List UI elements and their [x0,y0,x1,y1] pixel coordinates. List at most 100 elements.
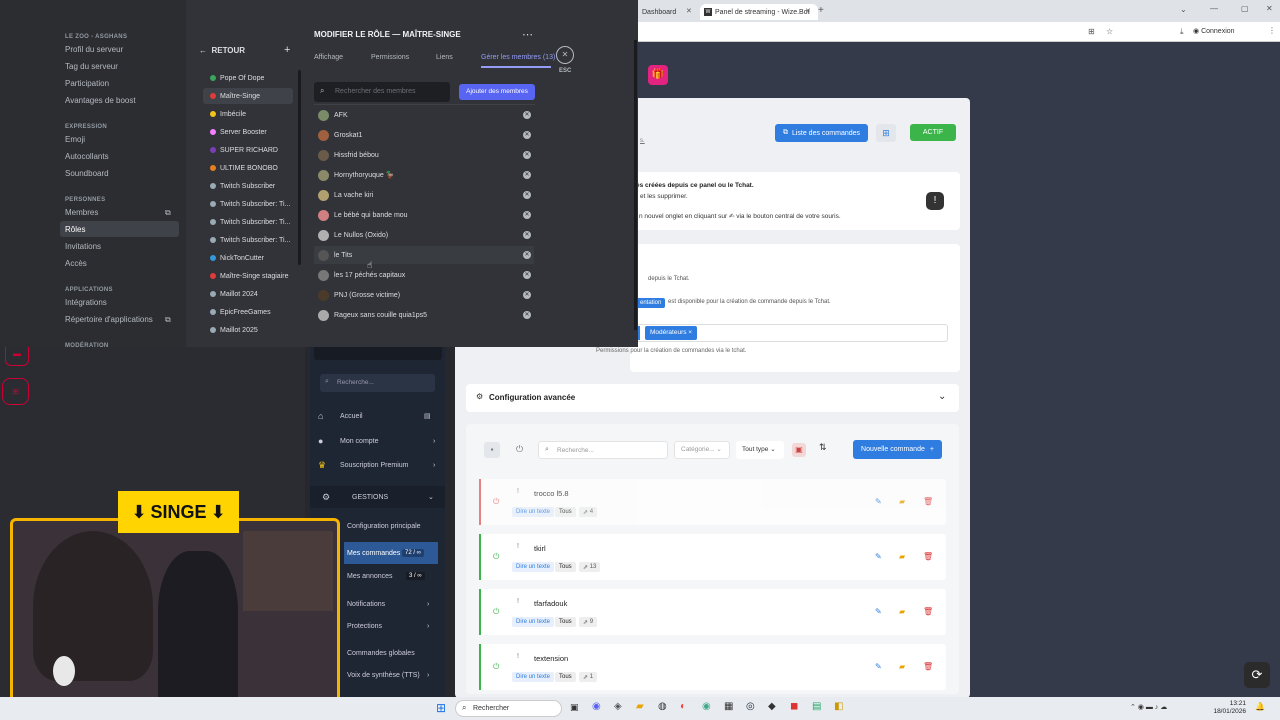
add-role-button[interactable]: + [284,44,290,56]
role-item[interactable]: Maillot 2024 [203,286,293,302]
tray-icons[interactable]: ⌃ ◉ ▬ ♪ ☁ [1130,703,1167,711]
role-item[interactable]: SUPER RICHARD [203,142,293,158]
nav-item[interactable]: Soundboard [60,165,179,181]
app-icon[interactable]: ◧ [834,701,843,712]
select-all-checkbox[interactable]: ▪ [484,442,500,458]
remove-member-icon[interactable]: ✕ [523,271,531,279]
remove-member-icon[interactable]: ✕ [523,291,531,299]
member-row[interactable]: La vache kiri ✕ [314,186,534,204]
minimize-icon[interactable]: — [1210,4,1218,13]
power-icon[interactable]: ⏻ [493,552,499,562]
notification-icon[interactable]: 🔔 [1255,702,1265,711]
command-row[interactable]: ⏻! trocco l5.8 Dire un texte Tous ⇗ 4 ✎ ▰ 🗑 [479,479,946,525]
moderateurs-chip[interactable]: Modérateurs × [645,326,698,340]
copy-icon[interactable]: ▰ [899,607,905,616]
copy-icon[interactable]: ▰ [899,497,905,506]
back-button[interactable]: ← RETOUR [199,46,245,55]
role-item[interactable]: ULTIME BONOBO [203,160,293,176]
partial-link[interactable]: s. [640,138,645,144]
tab-liens[interactable]: Liens [436,54,453,61]
copy-icon[interactable]: ▰ [899,662,905,671]
delete-icon[interactable]: 🗑 [923,497,933,506]
nav-item[interactable]: Profil du serveur [60,41,179,57]
download-icon[interactable]: ⤓ [1180,27,1184,37]
command-row[interactable]: ⏻! tkirl Dire un texte Tous ⇗ 13 ✎ ▰ 🗑 [479,534,946,580]
role-item[interactable]: Pope Of Dope [203,70,293,86]
nav-item[interactable]: Autocollants [60,148,179,164]
command-row[interactable]: ⏻! tfarfadouk Dire un texte Tous ⇗ 9 ✎ ▰ 🗑 [479,589,946,635]
remove-member-icon[interactable]: ✕ [523,131,531,139]
member-row[interactable]: AFK ✕ [314,106,534,124]
search-members-input[interactable]: ⌕ Rechercher des membres [314,82,450,102]
remove-member-icon[interactable]: ✕ [523,231,531,239]
type-select[interactable]: Tout type ⌄ [736,441,784,459]
steam-icon[interactable]: ◎ [746,701,755,712]
obs-icon[interactable]: ◍ [658,701,667,712]
sidebar-section-gestions[interactable]: ⚙ GESTIONS ⌄ [310,486,445,508]
app-icon[interactable]: ◉ [702,701,711,712]
sidebar-item-souscription[interactable]: ♛ Souscription Premium › [310,454,445,476]
command-row[interactable]: ⏻! textension Dire un texte Tous ⇗ 1 ✎ ▰ 🗑 [479,644,946,690]
folder-icon[interactable]: ▰ [636,701,644,712]
role-item[interactable]: Twitch Subscriber: Ti... [203,232,293,248]
close-window-icon[interactable]: ✕ [1266,4,1273,13]
power-icon[interactable]: ⏻ [493,497,499,507]
sort-icon[interactable]: ⇅ [819,442,827,453]
role-item[interactable]: Maillot 2025 [203,322,293,338]
app-icon[interactable]: ▤ [812,701,821,712]
nav-item[interactable]: Participation [60,75,179,91]
member-row[interactable]: PNJ (Grosse victime) ✕ [314,286,534,304]
app-icon[interactable]: ◆ [768,701,776,712]
member-row[interactable]: Rageux sans couille quia1ps5 ✕ [314,306,534,324]
add-members-button[interactable]: Ajouter des membres [459,84,535,100]
role-item[interactable]: Server Booster [203,124,293,140]
remove-member-icon[interactable]: ✕ [523,191,531,199]
remove-member-icon[interactable]: ✕ [523,251,531,259]
power-icon[interactable]: ⏻ [493,607,499,617]
edit-icon[interactable]: ✎ [875,497,882,506]
remove-member-icon[interactable]: ✕ [523,111,531,119]
remove-member-icon[interactable]: ✕ [523,211,531,219]
nav-item[interactable]: Invitations [60,238,179,254]
grid-icon[interactable]: ⊞ [876,124,896,142]
member-row[interactable]: Le Nullos (Oxido) ✕ [314,226,534,244]
maximize-icon[interactable]: ▢ [1241,4,1249,13]
task-view-icon[interactable]: ▣ [570,702,579,713]
role-item[interactable]: Twitch Subscriber: Ti... [203,196,293,212]
translate-icon[interactable]: ⊞ [1088,27,1095,36]
nav-item[interactable]: Emoji [60,131,179,147]
remove-member-icon[interactable]: ✕ [523,151,531,159]
refresh-icon[interactable]: ⟳ [1244,662,1270,688]
remove-member-icon[interactable]: ✕ [523,311,531,319]
close-icon[interactable]: ✕ [686,7,692,15]
gift-icon[interactable]: 🎁 [648,65,668,85]
menu-icon[interactable]: ⋮ [1268,26,1276,35]
delete-icon[interactable]: 🗑 [923,662,933,671]
member-row[interactable]: le Tits ✕ [314,246,534,264]
actif-toggle[interactable]: ACTIF [910,124,956,141]
copy-icon[interactable]: ▰ [899,552,905,561]
power-icon[interactable]: ⏻ [516,444,523,455]
save-icon[interactable]: ▣ [792,443,806,457]
app-icon[interactable]: ▦ [724,701,733,712]
nav-item[interactable]: Membres [60,204,179,220]
side-app-icon[interactable]: ⊞ [2,378,29,405]
role-item[interactable]: Maître-Singe stagiaire [203,268,293,284]
new-command-button[interactable]: Nouvelle commande + [853,440,942,459]
more-options-icon[interactable]: ⋯ [522,28,533,41]
sidebar-item-mon-compte[interactable]: ● Mon compte › [310,430,445,452]
role-item[interactable]: EpicFreeGames [203,304,293,320]
roles-scrollbar[interactable] [298,70,301,265]
edit-icon[interactable]: ✎ [875,662,882,671]
nav-item[interactable]: Rôles [60,221,179,237]
new-tab-icon[interactable]: + [818,5,824,16]
app-icon[interactable]: ◼ [790,701,798,712]
edit-icon[interactable]: ✎ [875,552,882,561]
role-item[interactable]: Maître-Singe [203,88,293,104]
sidebar-search-input[interactable]: ⌕ Recherche... [320,374,435,392]
nav-item[interactable]: Intégrations [60,294,179,310]
nav-item[interactable]: Avantages de boost [60,92,179,108]
advanced-config-card[interactable]: ⚙ Configuration avancée ⌄ [466,384,959,412]
edit-icon[interactable]: ✎ [875,607,882,616]
close-icon[interactable]: ✕ [805,7,811,15]
